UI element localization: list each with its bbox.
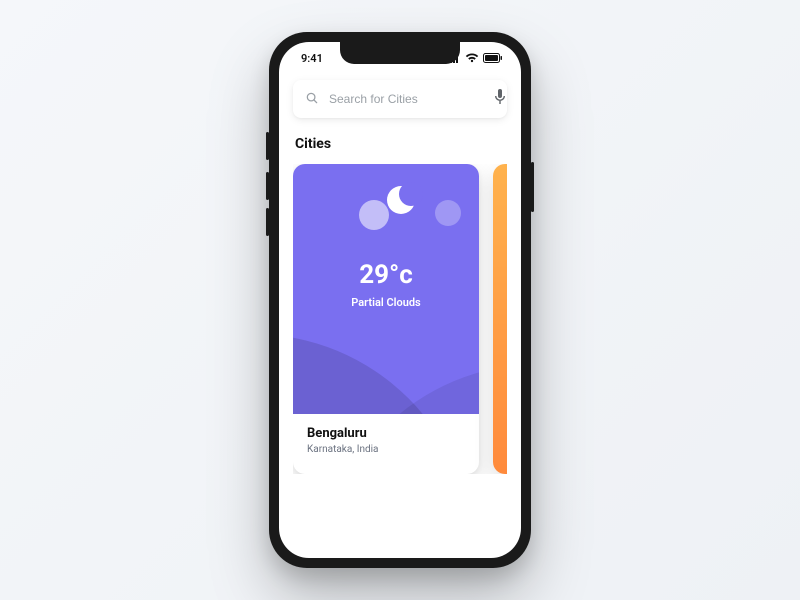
phone-screen: 9:41 <box>279 42 521 558</box>
search-input[interactable] <box>329 92 484 106</box>
weather-icon-partly-cloudy-night <box>351 186 421 234</box>
battery-icon <box>483 53 503 63</box>
cloud-icon <box>359 200 389 230</box>
temperature-value: 29°c <box>293 260 479 290</box>
city-card[interactable]: 29°c Partial Clouds Bengaluru Karnataka,… <box>293 164 479 474</box>
weather-condition: Partial Clouds <box>293 296 479 309</box>
notch <box>340 42 460 64</box>
wifi-icon <box>465 53 479 63</box>
city-card-hero: 29°c Partial Clouds <box>293 164 479 414</box>
search-bar[interactable] <box>293 80 507 118</box>
city-card-next-peek[interactable] <box>493 164 507 474</box>
touch-indicator <box>435 200 461 226</box>
moon-icon <box>387 186 415 214</box>
status-time: 9:41 <box>301 52 323 65</box>
search-icon <box>305 90 319 109</box>
phone-frame: 9:41 <box>269 32 531 568</box>
screen-content: Cities 29°c Partial Clouds <box>279 74 521 474</box>
city-region: Karnataka, India <box>307 444 465 455</box>
city-cards-row[interactable]: 29°c Partial Clouds Bengaluru Karnataka,… <box>293 164 507 474</box>
city-name: Bengaluru <box>307 426 465 441</box>
city-card-footer: Bengaluru Karnataka, India <box>293 414 479 469</box>
section-title: Cities <box>295 136 505 152</box>
microphone-icon[interactable] <box>494 89 506 109</box>
